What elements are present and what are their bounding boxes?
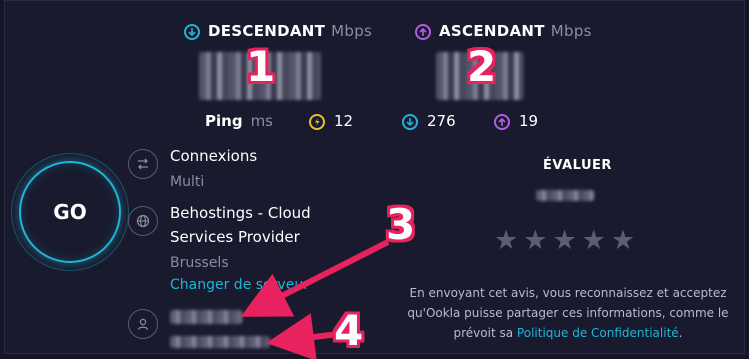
annotation-4: 4: [334, 306, 364, 355]
star-1-icon[interactable]: ★: [494, 227, 518, 254]
privacy-policy-link[interactable]: Politique de Confidentialité: [517, 326, 679, 340]
privacy-notice-end: .: [678, 326, 683, 340]
star-5-icon[interactable]: ★: [611, 227, 635, 254]
annotation-3: 3: [386, 200, 416, 249]
rate-title: ÉVALUER: [543, 158, 612, 173]
privacy-notice: En envoyant cet avis, vous reconnaissez …: [396, 283, 740, 343]
star-2-icon[interactable]: ★: [523, 227, 547, 254]
star-3-icon[interactable]: ★: [552, 227, 576, 254]
rating-subtitle-redacted: [536, 190, 594, 201]
star-rating: ★ ★ ★ ★ ★: [494, 227, 635, 254]
arrow-to-ip: [266, 313, 339, 359]
arrow-to-isp: [240, 239, 390, 317]
star-4-icon[interactable]: ★: [582, 227, 606, 254]
